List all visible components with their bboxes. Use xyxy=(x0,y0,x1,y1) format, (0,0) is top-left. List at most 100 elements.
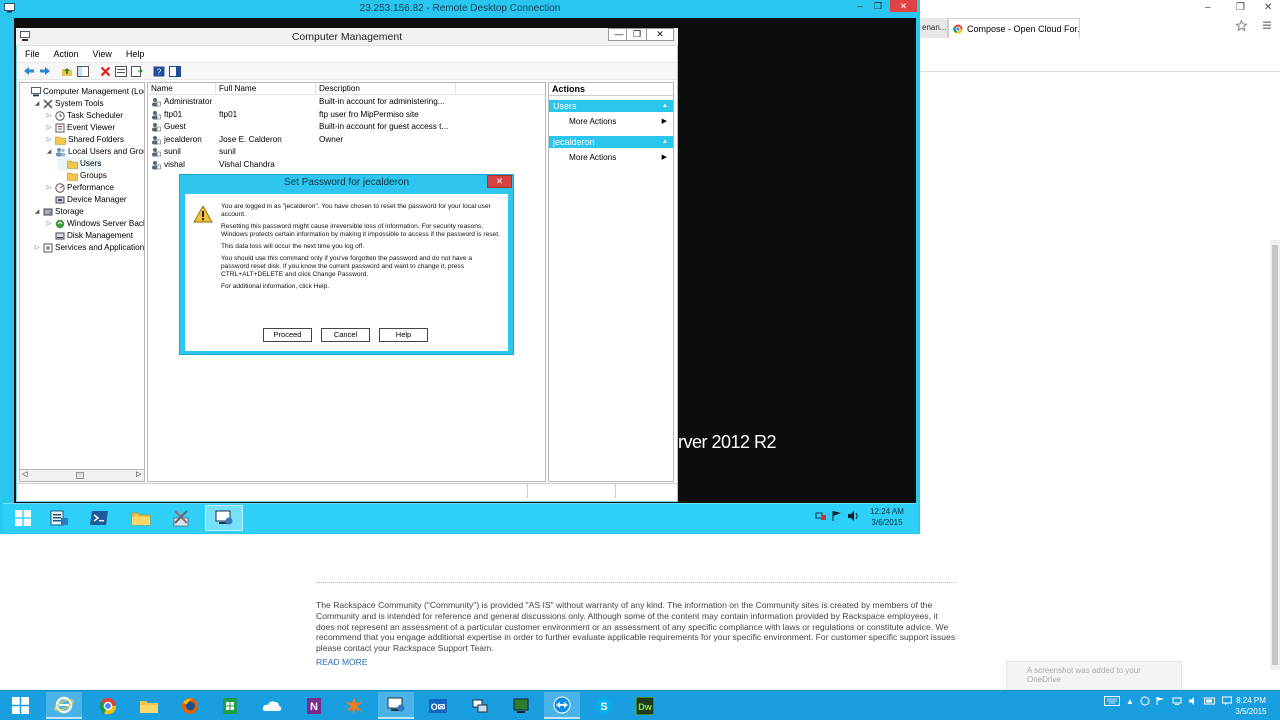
host-clock[interactable]: 8:24 PM 3/5/2015 xyxy=(1228,695,1274,717)
menu-icon[interactable] xyxy=(1262,20,1272,30)
tree-item[interactable]: Groups xyxy=(57,170,107,182)
rdp-restore-button[interactable]: ❐ xyxy=(868,0,888,12)
tree-horizontal-scrollbar[interactable]: ◁ ▷ xyxy=(19,469,145,482)
tree-expander-icon[interactable]: ◢ xyxy=(33,98,41,110)
back-arrow-icon[interactable] xyxy=(23,65,35,77)
host-scrollbar-thumb[interactable] xyxy=(1272,245,1278,665)
properties-icon[interactable] xyxy=(115,65,127,77)
host-close-button[interactable]: ✕ xyxy=(1264,2,1272,13)
host-minimize-button[interactable]: – xyxy=(1205,2,1211,13)
tree-expander-icon[interactable]: ◢ xyxy=(33,206,41,218)
remote-tools-button[interactable] xyxy=(162,505,200,531)
menu-action[interactable]: Action xyxy=(54,47,79,62)
menu-file[interactable]: File xyxy=(25,47,40,62)
taskbar-explorer-button[interactable] xyxy=(131,692,167,719)
taskbar-network-tool-button[interactable] xyxy=(462,692,498,719)
column-description[interactable]: Description xyxy=(316,83,456,95)
tree-item[interactable]: ◢ Local Users and Groups xyxy=(45,146,144,158)
host-tab-previous[interactable]: enan... xyxy=(920,18,948,38)
table-row[interactable]: Guest Built-in account for guest access t… xyxy=(148,121,545,133)
taskbar-outlook-button[interactable]: O✉ xyxy=(420,692,456,719)
tree-item[interactable]: Computer Management (Local xyxy=(21,86,144,98)
tree-item[interactable]: Users xyxy=(57,158,102,170)
table-row[interactable]: sunil sunil xyxy=(148,146,545,158)
taskbar-server-tool-button[interactable] xyxy=(503,692,539,719)
tree-expander-icon[interactable]: ◢ xyxy=(45,146,53,158)
cm-maximize-button[interactable]: ❐ xyxy=(626,28,648,41)
tree-item[interactable]: ▷ Event Viewer xyxy=(45,122,115,134)
jecalderon-more-actions[interactable]: More Actions ▶ xyxy=(549,152,673,164)
tray-battery-icon[interactable] xyxy=(1203,696,1216,706)
host-start-button[interactable] xyxy=(2,692,38,719)
tree-item[interactable]: ▷ Task Scheduler xyxy=(45,110,123,122)
taskbar-firefox-button[interactable] xyxy=(172,692,208,719)
column-full-name[interactable]: Full Name xyxy=(216,83,316,95)
read-more-link[interactable]: READ MORE xyxy=(316,657,367,667)
tree-expander-icon[interactable]: ▷ xyxy=(45,218,53,230)
scroll-right-icon[interactable]: ▷ xyxy=(136,470,141,478)
tray-app-icon[interactable] xyxy=(1140,696,1150,706)
tree-expander-icon[interactable]: ▷ xyxy=(45,182,53,194)
remote-powershell-button[interactable] xyxy=(80,505,118,531)
remote-computer-management-button[interactable] xyxy=(205,505,243,531)
rdp-minimize-button[interactable]: – xyxy=(850,0,870,12)
tree-item[interactable]: ◢ System Tools xyxy=(33,98,104,110)
menu-view[interactable]: View xyxy=(93,47,112,62)
forward-arrow-icon[interactable] xyxy=(39,65,51,77)
tree-item[interactable]: ▷ Windows Server Backup xyxy=(45,218,144,230)
host-tab-compose[interactable]: Compose - Open Cloud For... ✕ xyxy=(948,18,1080,38)
tree-expander-icon[interactable]: ▷ xyxy=(45,134,53,146)
bookmark-star-icon[interactable] xyxy=(1236,20,1247,31)
taskbar-teamviewer-button[interactable] xyxy=(544,692,580,719)
remote-start-button[interactable] xyxy=(4,505,42,531)
tree-item[interactable]: Disk Management xyxy=(45,230,133,242)
cancel-button[interactable]: Cancel xyxy=(321,328,370,342)
taskbar-chrome-button[interactable] xyxy=(90,692,126,719)
tree-expander-icon[interactable]: ▷ xyxy=(45,110,53,122)
tray-flag-icon[interactable] xyxy=(1156,696,1166,706)
help-button[interactable]: Help xyxy=(379,328,428,342)
actions-group-jecalderon[interactable]: jecalderon ▲ xyxy=(549,136,673,148)
cm-close-button[interactable]: ✕ xyxy=(646,28,674,41)
taskbar-onedrive-button[interactable] xyxy=(254,692,290,719)
tree-expander-icon[interactable]: ▷ xyxy=(33,242,41,254)
tree-item[interactable]: ▷ Performance xyxy=(45,182,114,194)
tree-expander-icon[interactable]: ▷ xyxy=(45,122,53,134)
table-row[interactable]: vishal Vishal Chandra xyxy=(148,159,545,171)
tray-network-icon[interactable] xyxy=(1172,696,1182,706)
taskbar-skype-button[interactable]: S xyxy=(586,692,622,719)
table-row[interactable]: jecalderon Jose E. Calderon Owner xyxy=(148,134,545,146)
column-name[interactable]: Name xyxy=(148,83,216,95)
tray-volume-icon[interactable] xyxy=(1188,696,1198,706)
proceed-button[interactable]: Proceed xyxy=(263,328,312,342)
taskbar-dreamweaver-button[interactable]: Dw xyxy=(627,692,663,719)
menu-help[interactable]: Help xyxy=(126,47,145,62)
show-hidden-icons-icon[interactable]: ▲ xyxy=(1126,697,1134,706)
table-row[interactable]: ftp01 ftp01 ftp user fro MipPermiso site xyxy=(148,109,545,121)
remote-server-manager-button[interactable] xyxy=(40,505,78,531)
users-more-actions[interactable]: More Actions ▶ xyxy=(549,116,673,128)
collapse-icon[interactable]: ▲ xyxy=(662,100,668,112)
taskbar-rdp-button[interactable] xyxy=(378,692,414,719)
collapse-icon[interactable]: ▲ xyxy=(662,136,668,148)
remote-network-icon[interactable] xyxy=(815,510,827,522)
dialog-close-button[interactable]: ✕ xyxy=(487,175,512,188)
onedrive-notification[interactable]: A screenshot was added to your OneDrive xyxy=(1006,661,1182,691)
taskbar-ie-button[interactable] xyxy=(46,692,82,719)
tree-item[interactable]: Device Manager xyxy=(45,194,127,206)
tree-item[interactable]: ▷ Services and Applications xyxy=(33,242,144,254)
remote-explorer-button[interactable] xyxy=(122,505,160,531)
taskbar-spreadsheet-button[interactable] xyxy=(212,692,248,719)
up-folder-icon[interactable] xyxy=(61,65,73,77)
taskbar-burst-app-button[interactable] xyxy=(336,692,372,719)
scroll-thumb[interactable] xyxy=(76,472,84,479)
remote-flag-icon[interactable] xyxy=(831,510,843,522)
export-list-icon[interactable] xyxy=(131,65,143,77)
keyboard-icon[interactable] xyxy=(1104,696,1120,706)
table-row[interactable]: Administrator Built-in account for admini… xyxy=(148,96,545,108)
scroll-left-icon[interactable]: ◁ xyxy=(22,470,27,478)
actions-group-users[interactable]: Users ▲ xyxy=(549,100,673,112)
tree-item[interactable]: ▷ Shared Folders xyxy=(45,134,124,146)
remote-clock[interactable]: 12:24 AM 3/6/2015 xyxy=(864,506,910,528)
show-action-pane-icon[interactable] xyxy=(169,65,181,77)
